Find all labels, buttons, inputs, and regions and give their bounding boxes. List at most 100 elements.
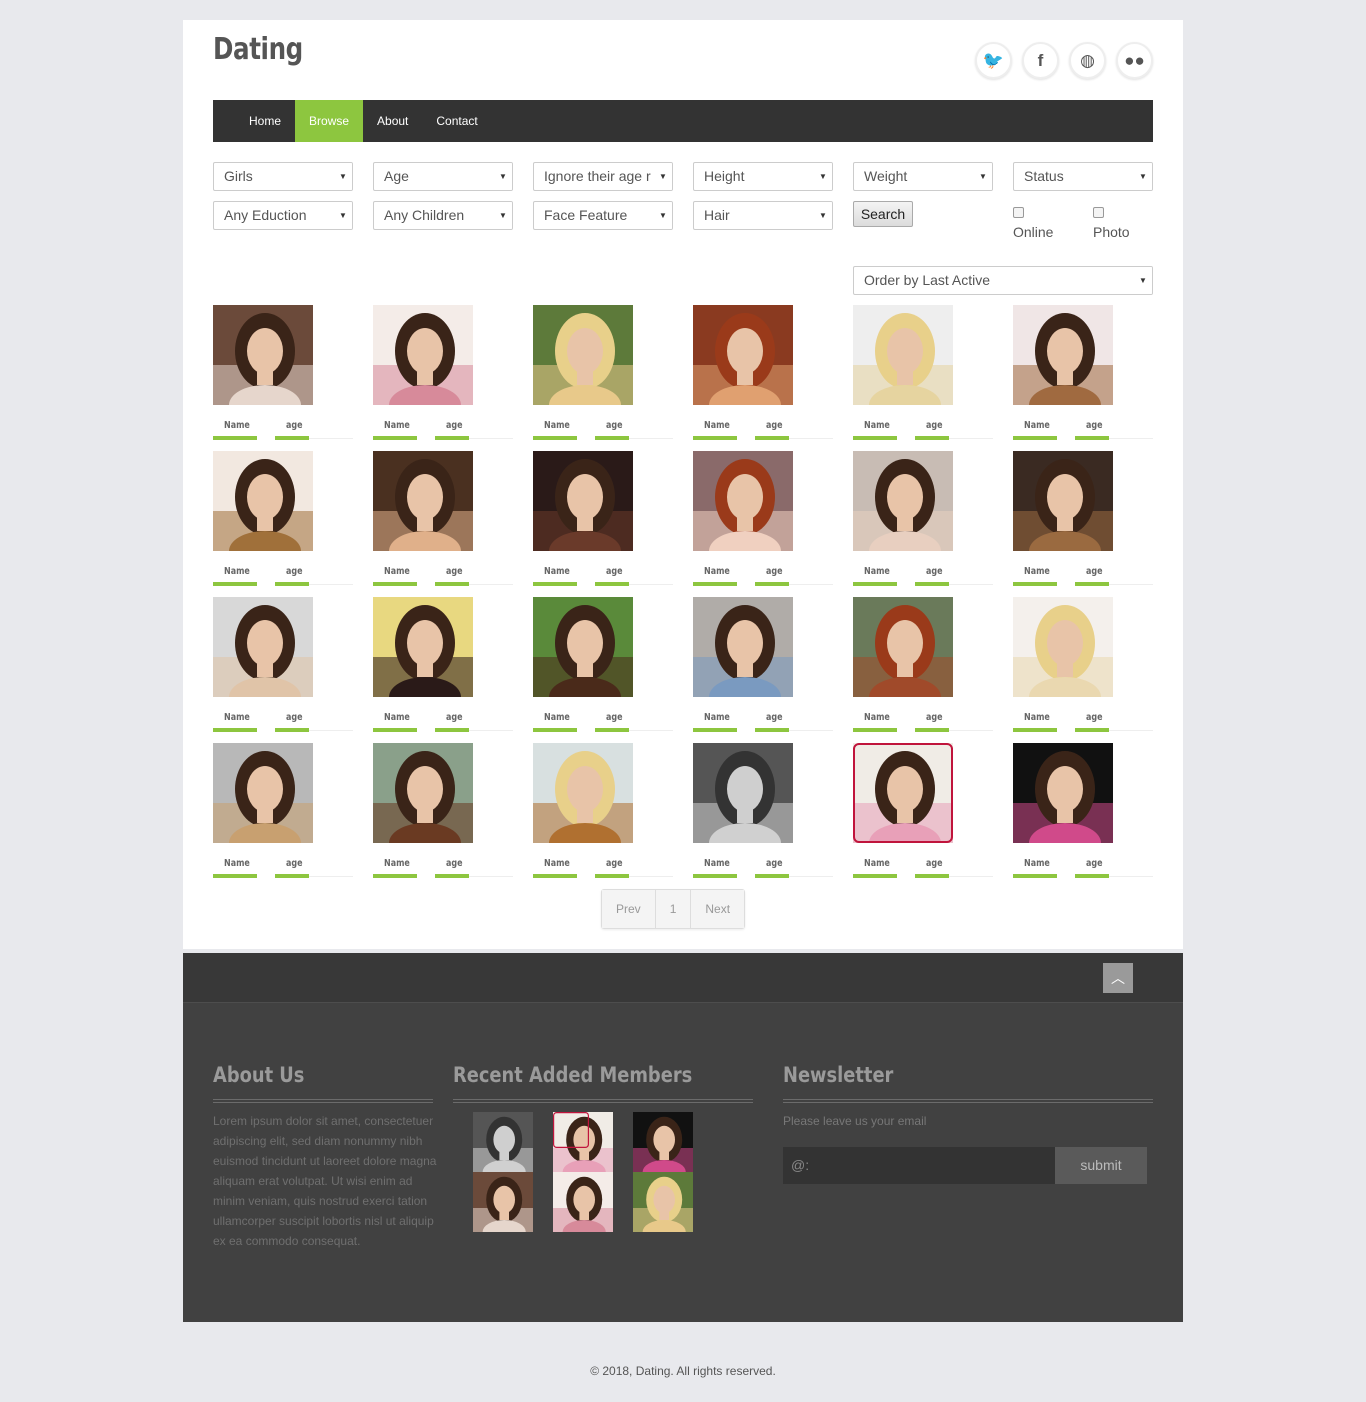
newsletter-email-input[interactable]: @: — [783, 1147, 1055, 1184]
facebook-icon[interactable]: f — [1022, 42, 1059, 79]
member-photo[interactable] — [1013, 305, 1113, 405]
online-filter[interactable]: Online — [1013, 207, 1073, 240]
recent-member-thumb[interactable] — [633, 1112, 693, 1172]
member-card[interactable]: Name age — [1013, 743, 1153, 883]
prev-page-button[interactable]: Prev — [602, 890, 656, 928]
member-photo[interactable] — [373, 743, 473, 843]
face-feature-select[interactable]: Face Feature ▼ — [533, 201, 673, 230]
newsletter-label: Please leave us your email — [783, 1114, 927, 1128]
member-age: age — [926, 566, 943, 577]
member-age: age — [1086, 712, 1103, 723]
height-select[interactable]: Height ▼ — [693, 162, 833, 191]
search-button[interactable]: Search — [853, 201, 913, 227]
recent-member-thumb[interactable] — [473, 1112, 533, 1172]
photo-filter[interactable]: Photo — [1093, 207, 1153, 240]
age-underline — [595, 582, 629, 586]
member-photo[interactable] — [853, 597, 953, 697]
next-page-button[interactable]: Next — [691, 890, 745, 928]
member-card[interactable]: Name age — [373, 305, 513, 445]
site-logo[interactable]: Dating — [213, 32, 303, 67]
member-photo[interactable] — [853, 305, 953, 405]
age-underline — [435, 582, 469, 586]
member-card[interactable]: Name age — [853, 305, 993, 445]
member-card[interactable]: Name age — [1013, 597, 1153, 737]
online-checkbox[interactable] — [1013, 207, 1024, 218]
hair-select[interactable]: Hair ▼ — [693, 201, 833, 230]
recent-member-thumb[interactable] — [633, 1172, 693, 1232]
member-photo[interactable] — [533, 305, 633, 405]
member-card[interactable]: Name age — [853, 597, 993, 737]
member-card[interactable]: Name age — [693, 743, 833, 883]
name-underline — [1013, 436, 1057, 440]
member-photo[interactable] — [693, 451, 793, 551]
member-card[interactable]: Name age — [213, 451, 353, 591]
member-photo[interactable] — [853, 451, 953, 551]
education-select[interactable]: Any Eduction ▼ — [213, 201, 353, 230]
dropdown-arrow-icon: ▼ — [814, 163, 832, 190]
member-name: Name — [1024, 566, 1050, 577]
member-photo[interactable] — [693, 743, 793, 843]
page-1-button[interactable]: 1 — [655, 890, 692, 928]
age-select[interactable]: Age ▼ — [373, 162, 513, 191]
member-card[interactable]: Name age — [373, 743, 513, 883]
member-card[interactable]: Name age — [213, 743, 353, 883]
member-card[interactable]: Name age — [853, 743, 993, 883]
member-card[interactable]: Name age — [213, 305, 353, 445]
member-photo[interactable] — [693, 597, 793, 697]
twitter-icon[interactable]: 🐦 — [975, 42, 1012, 79]
member-photo[interactable] — [693, 305, 793, 405]
nav-home[interactable]: Home — [235, 100, 295, 142]
nav-about[interactable]: About — [363, 100, 422, 142]
newsletter-submit-button[interactable]: submit — [1055, 1147, 1147, 1184]
member-card[interactable]: Name age — [693, 451, 833, 591]
status-select[interactable]: Status ▼ — [1013, 162, 1153, 191]
member-photo[interactable] — [1013, 743, 1113, 843]
member-card[interactable]: Name age — [533, 743, 673, 883]
nav-contact[interactable]: Contact — [422, 100, 491, 142]
member-card[interactable]: Name age — [213, 597, 353, 737]
order-select[interactable]: Order by Last Active ▼ — [853, 266, 1153, 295]
member-photo[interactable] — [213, 451, 313, 551]
photo-checkbox[interactable] — [1093, 207, 1104, 218]
member-card[interactable]: Name age — [693, 305, 833, 445]
member-photo[interactable] — [1013, 597, 1113, 697]
gender-select[interactable]: Girls ▼ — [213, 162, 353, 191]
about-us-text: Lorem ipsum dolor sit amet, consectetuer… — [213, 1114, 437, 1248]
age-underline — [595, 728, 629, 732]
recent-member-thumb[interactable] — [473, 1172, 533, 1232]
member-card[interactable]: Name age — [533, 597, 673, 737]
member-photo[interactable] — [373, 597, 473, 697]
dribbble-icon[interactable]: ◍ — [1069, 42, 1106, 79]
name-underline — [853, 582, 897, 586]
age-underline — [275, 436, 309, 440]
member-photo[interactable] — [373, 451, 473, 551]
ignore-age-select[interactable]: Ignore their age r ▼ — [533, 162, 673, 191]
children-select[interactable]: Any Children ▼ — [373, 201, 513, 230]
member-card[interactable]: Name age — [1013, 451, 1153, 591]
recent-member-thumb[interactable] — [553, 1172, 613, 1232]
member-photo[interactable] — [213, 305, 313, 405]
ignore-age-select-value: Ignore their age r — [544, 168, 651, 184]
nav-browse[interactable]: Browse — [295, 100, 364, 142]
weight-select[interactable]: Weight ▼ — [853, 162, 993, 191]
member-photo[interactable] — [533, 743, 633, 843]
back-to-top-icon[interactable]: ︿ — [1103, 963, 1133, 993]
member-photo[interactable] — [213, 597, 313, 697]
member-photo[interactable] — [213, 743, 313, 843]
member-photo[interactable] — [373, 305, 473, 405]
member-card[interactable]: Name age — [533, 451, 673, 591]
member-card[interactable]: Name age — [533, 305, 673, 445]
member-card[interactable]: Name age — [373, 597, 513, 737]
member-photo[interactable] — [533, 597, 633, 697]
member-photo[interactable] — [533, 451, 633, 551]
member-card[interactable]: Name age — [1013, 305, 1153, 445]
recent-member-thumb[interactable] — [553, 1112, 613, 1172]
flickr-icon[interactable]: ●● — [1116, 42, 1153, 79]
member-card[interactable]: Name age — [373, 451, 513, 591]
member-card[interactable]: Name age — [853, 451, 993, 591]
meta-divider — [789, 876, 833, 877]
face-feature-select-value: Face Feature — [544, 207, 628, 223]
member-photo[interactable] — [853, 743, 953, 843]
member-card[interactable]: Name age — [693, 597, 833, 737]
member-photo[interactable] — [1013, 451, 1113, 551]
